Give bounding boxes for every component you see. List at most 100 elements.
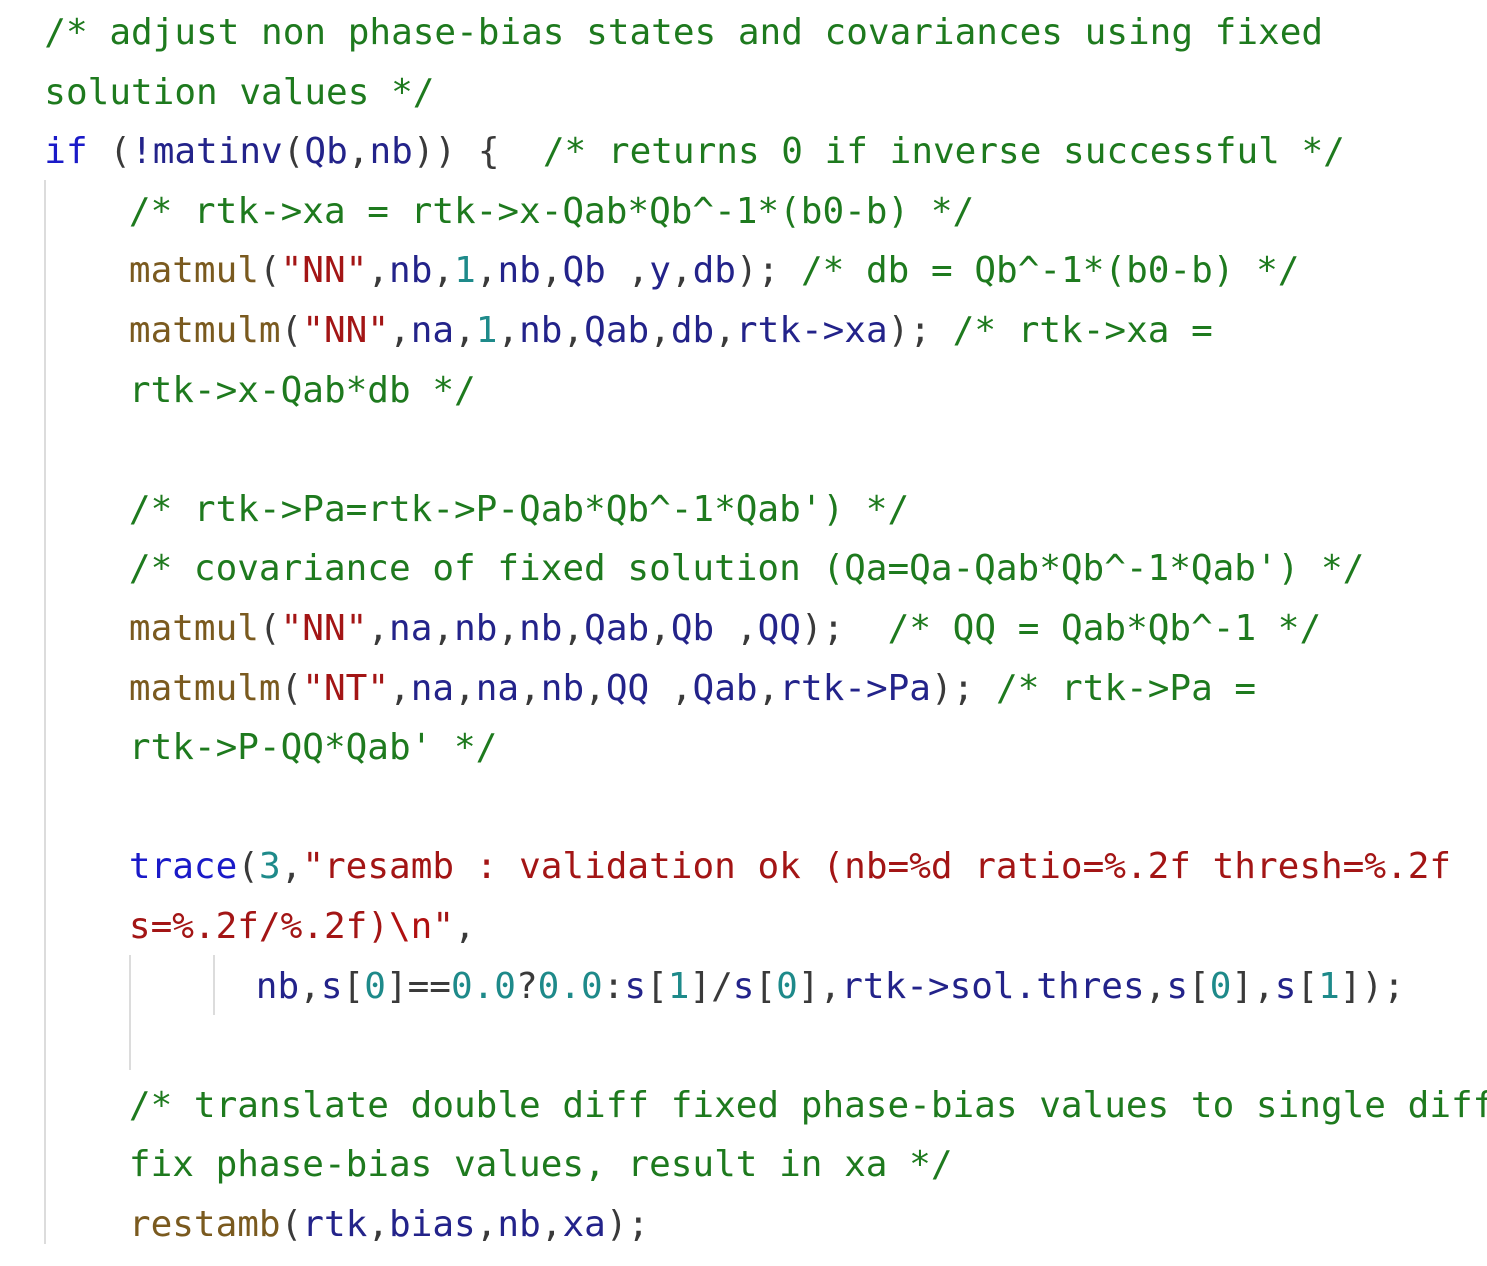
code-token: nb: [519, 608, 563, 649]
code-token: );: [800, 608, 888, 649]
code-token: ?: [515, 965, 538, 1007]
code-token: rtk->x-Qab*db */: [128, 369, 476, 411]
code-line[interactable]: solution values */: [44, 63, 434, 123]
code-token: ": [432, 906, 455, 947]
code-token: /* rtk->Pa =: [996, 667, 1257, 709]
code-token: 1: [454, 250, 476, 292]
code-token: s: [624, 965, 647, 1007]
code-token: fix phase-bias values, result in xa */: [128, 1144, 953, 1186]
code-token: db: [692, 250, 736, 292]
code-token: 0: [776, 965, 798, 1007]
code-line[interactable]: /* rtk->Pa=rtk->P-Qab*Qb^-1*Qab') */: [129, 480, 909, 540]
code-token: ,: [280, 846, 303, 888]
code-line[interactable]: restamb(rtk,bias,nb,xa);: [129, 1195, 649, 1255]
code-token: rtk->sol.thres: [841, 965, 1145, 1007]
code-token: ,: [389, 667, 411, 709]
code-token: 1: [1318, 965, 1340, 1007]
code-token: ,: [299, 965, 321, 1007]
code-token: /* covariance of fixed solution (Qa=Qa-Q…: [128, 548, 1365, 590]
code-token: ]/: [689, 965, 733, 1007]
code-line[interactable]: /* covariance of fixed solution (Qa=Qa-Q…: [129, 539, 1364, 599]
code-token: ,: [714, 608, 758, 649]
code-line[interactable]: if (!matinv(Qb,nb)) { /* returns 0 if in…: [44, 122, 1345, 182]
code-line[interactable]: trace(3,"resamb : validation ok (nb=%d r…: [129, 837, 1451, 897]
code-token: nb: [389, 250, 433, 292]
code-token: ,: [649, 608, 671, 649]
code-token: ],: [1231, 965, 1275, 1007]
code-token: (: [258, 250, 281, 292]
code-token: );: [930, 667, 997, 709]
code-token: xa: [562, 1204, 606, 1245]
code-token: ,: [347, 131, 370, 173]
code-line[interactable]: matmul("NN",nb,1,nb,Qb ,y,db); /* db = Q…: [129, 241, 1300, 301]
code-token: Qb: [562, 250, 606, 292]
code-token: ,: [670, 250, 693, 292]
code-line[interactable]: matmul("NN",na,nb,nb,Qab,Qb ,QQ); /* QQ …: [129, 599, 1321, 659]
code-token: (: [282, 131, 305, 173]
code-token: "NT": [302, 667, 389, 709]
code-line[interactable]: /* translate double diff fixed phase-bia…: [129, 1076, 1487, 1136]
code-token: solution values */: [44, 71, 435, 113]
code-token: ,: [649, 667, 693, 709]
code-token: (: [237, 846, 259, 888]
code-token: QQ: [605, 667, 650, 709]
code-token: Qb: [670, 608, 715, 649]
code-token: ,: [584, 667, 606, 709]
code-token: [: [646, 965, 668, 1007]
code-token: rtk->P-QQ*Qab' */: [128, 727, 498, 769]
code-token: "resamb : validation ok (nb=%d ratio=%.2…: [302, 846, 1452, 888]
code-line[interactable]: /* adjust non phase-bias states and cova…: [44, 3, 1323, 63]
code-token: QQ: [757, 608, 801, 649]
code-token: na: [410, 667, 455, 709]
code-token: Qab: [584, 310, 650, 351]
code-token: "NN": [280, 608, 368, 649]
code-token: ,: [475, 250, 498, 292]
code-token: [: [1296, 965, 1319, 1007]
code-token: (: [87, 131, 132, 173]
code-token: ],: [797, 965, 842, 1007]
code-line[interactable]: rtk->x-Qab*db */: [129, 361, 476, 421]
code-token: Qb: [304, 131, 348, 173]
code-token: );: [605, 1204, 650, 1245]
code-line[interactable]: rtk->P-QQ*Qab' */: [129, 718, 497, 778]
code-token: restamb: [128, 1204, 281, 1245]
code-token: matmul: [128, 250, 259, 292]
code-token: !matinv: [131, 131, 283, 173]
code-token: s: [1166, 965, 1189, 1007]
code-token: ,: [562, 608, 585, 649]
code-token: /* rtk->xa =: [952, 310, 1213, 351]
code-token: "NN": [302, 310, 389, 351]
code-token: ,: [454, 667, 476, 709]
code-line[interactable]: nb,s[0]==0.0?0.0:s[1]/s[0],rtk->sol.thre…: [256, 957, 1405, 1017]
code-token: ,: [497, 608, 520, 649]
code-line[interactable]: /* rtk->xa = rtk->x-Qab*Qb^-1*(b0-b) */: [129, 182, 974, 242]
code-token: (: [280, 1204, 303, 1245]
code-line[interactable]: s=%.2f/%.2f)\n",: [129, 897, 476, 957]
code-token: Qab: [692, 667, 758, 709]
code-line[interactable]: fix phase-bias values, result in xa */: [129, 1135, 953, 1195]
code-token: rtk: [302, 1204, 368, 1245]
code-token: 1: [667, 965, 690, 1007]
code-token: if: [44, 131, 88, 173]
code-line[interactable]: matmulm("NN",na,1,nb,Qab,db,rtk->xa); /*…: [129, 301, 1213, 361]
code-token: [: [342, 965, 365, 1007]
code-token: ,: [367, 250, 390, 292]
code-token: /* rtk->xa = rtk->x-Qab*Qb^-1*(b0-b) */: [128, 190, 975, 232]
code-token: s: [320, 965, 343, 1007]
code-line[interactable]: matmulm("NT",na,na,nb,QQ ,Qab,rtk->Pa); …: [129, 659, 1256, 719]
code-token: nb: [369, 131, 413, 173]
code-token: :: [602, 965, 625, 1007]
code-token: ,: [757, 667, 780, 709]
code-token: "NN": [280, 250, 368, 292]
code-token: s=%.2f/%.2f): [128, 906, 389, 947]
code-token: ,: [519, 667, 541, 709]
code-token: /* adjust non phase-bias states and cova…: [44, 12, 1324, 53]
code-token: ,: [432, 250, 455, 292]
code-token: [: [1188, 965, 1210, 1007]
code-token: rtk->xa: [735, 310, 888, 351]
code-editor[interactable]: /* adjust non phase-bias states and cova…: [0, 0, 1487, 1266]
code-token: ,: [454, 310, 476, 351]
code-token: matmulm: [128, 667, 281, 709]
code-token: ,: [562, 310, 585, 351]
code-token: ,: [432, 608, 455, 649]
